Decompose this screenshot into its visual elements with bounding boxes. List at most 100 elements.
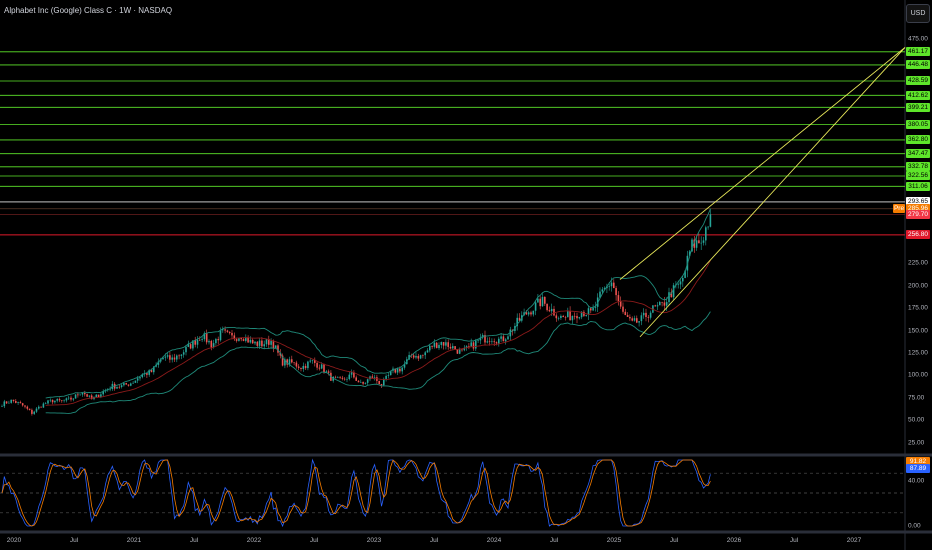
candle-body: [585, 314, 587, 316]
candle-body: [424, 352, 426, 356]
candle-body: [323, 364, 325, 373]
time-axis-tick: Jul: [789, 537, 799, 544]
candle-body: [576, 315, 578, 319]
candle-body: [366, 379, 369, 383]
candle-body: [33, 411, 35, 414]
candle-body: [357, 380, 360, 383]
candle-body: [42, 403, 45, 408]
time-axis-tick: Jul: [69, 537, 79, 544]
time-axis-tick: 2026: [726, 537, 742, 544]
candle-body: [228, 331, 231, 333]
candle-body: [118, 386, 121, 388]
price-axis-tick: 75.00: [908, 394, 925, 402]
candle-body: [396, 368, 399, 373]
candle-body: [488, 341, 491, 342]
level-label: 380.05: [906, 119, 930, 129]
oscillator-tick: 0.00: [908, 522, 921, 530]
price-axis-tick: 150.00: [908, 327, 928, 335]
candle-body: [636, 318, 638, 323]
candle-body: [348, 374, 351, 380]
candle-body: [355, 377, 357, 381]
level-label: 256.80: [906, 230, 930, 240]
candle-body: [258, 340, 261, 346]
candle-body: [638, 321, 640, 323]
candle-body: [316, 362, 318, 368]
candle-body: [682, 277, 684, 282]
candle-body: [452, 346, 454, 349]
candle-body: [54, 400, 56, 403]
candle-body: [130, 383, 132, 386]
candle-body: [297, 366, 300, 368]
candle-body: [178, 355, 180, 357]
candle-body: [385, 375, 387, 379]
candle-body: [475, 340, 477, 349]
candle-body: [380, 384, 383, 386]
candle-body: [601, 289, 604, 292]
candle-body: [626, 315, 629, 317]
candle-body: [507, 336, 509, 340]
candle-body: [617, 295, 620, 302]
candle-body: [645, 312, 647, 317]
level-label: 362.80: [906, 135, 930, 145]
candle-body: [49, 399, 52, 401]
candle-body: [656, 305, 659, 307]
candle-body: [127, 384, 130, 386]
level-label: 347.47: [906, 149, 930, 159]
candle-body: [422, 355, 424, 356]
candle-body: [311, 359, 314, 361]
candle-body: [659, 302, 661, 306]
candle-body: [123, 383, 125, 386]
candle-body: [401, 367, 403, 372]
candle-body: [472, 342, 475, 349]
candle-body: [661, 302, 663, 303]
candle-body: [649, 312, 652, 318]
candle-body: [371, 376, 374, 378]
candle-body: [364, 382, 367, 384]
time-axis-tick: Jul: [189, 537, 199, 544]
bollinger-lower: [45, 311, 711, 414]
candle-body: [557, 317, 560, 319]
moving-average: [45, 260, 711, 406]
candle-body: [613, 282, 615, 289]
candle-body: [12, 399, 15, 402]
candle-body: [622, 306, 624, 312]
candle-body: [63, 400, 65, 402]
candle-body: [672, 285, 675, 298]
candle-body: [677, 284, 679, 286]
candle-body: [215, 339, 217, 344]
candle-body: [291, 359, 293, 363]
candle-body: [210, 340, 213, 348]
candle-body: [387, 375, 390, 376]
candle-body: [176, 355, 178, 360]
candle-body: [564, 317, 567, 318]
candle-body: [346, 379, 348, 380]
price-chart[interactable]: [0, 0, 932, 550]
candle-body: [19, 402, 22, 404]
candle-body: [654, 305, 656, 307]
candle-body: [295, 362, 298, 367]
candle-body: [173, 357, 176, 360]
candle-body: [136, 378, 139, 381]
candle-body: [447, 342, 449, 347]
candle-body: [235, 339, 238, 341]
candle-body: [470, 342, 472, 347]
candle-body: [196, 339, 199, 345]
candle-body: [125, 383, 127, 385]
currency-button[interactable]: USD: [906, 4, 930, 23]
candle-body: [702, 240, 705, 243]
candle-body: [527, 312, 530, 315]
candle-body: [40, 406, 42, 408]
time-axis-tick: Jul: [669, 537, 679, 544]
candle-body: [21, 403, 24, 406]
candle-body: [327, 371, 330, 373]
candle-body: [120, 385, 123, 388]
oscillator-tick: 40.00: [908, 477, 925, 485]
candle-body: [486, 341, 489, 343]
candle-body: [343, 378, 346, 380]
time-axis-tick: Jul: [549, 537, 559, 544]
candle-body: [189, 344, 192, 349]
candle-body: [208, 340, 210, 343]
candle-body: [431, 345, 433, 347]
candle-body: [251, 339, 254, 344]
candle-body: [534, 302, 537, 311]
